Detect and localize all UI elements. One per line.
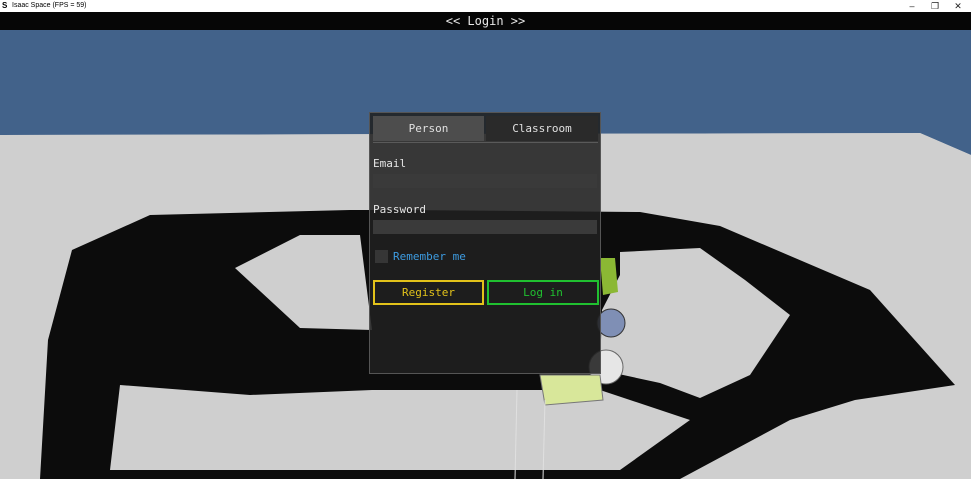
remember-me-checkbox[interactable]: [375, 250, 388, 263]
login-panel: Person Classroom Email Password Remember…: [369, 112, 601, 374]
robot-arm: [600, 258, 618, 295]
password-field[interactable]: [373, 220, 597, 234]
robot-body: [539, 374, 604, 406]
email-label: Email: [373, 157, 407, 170]
remember-me-label[interactable]: Remember me: [393, 250, 466, 263]
page-header: << Login >>: [0, 12, 971, 30]
register-button[interactable]: Register: [373, 280, 484, 305]
minimize-icon[interactable]: –: [901, 0, 923, 12]
tab-divider: [373, 142, 598, 143]
maximize-icon[interactable]: ❐: [924, 0, 946, 12]
login-button[interactable]: Log in: [487, 280, 599, 305]
isaac-logo-icon: S: [2, 1, 8, 10]
window-title: Isaac Space (FPS = 59): [12, 2, 87, 9]
robot-wheel: [596, 308, 626, 338]
close-icon[interactable]: ✕: [947, 0, 969, 12]
password-label: Password: [373, 203, 426, 216]
tab-person[interactable]: Person: [373, 116, 484, 141]
tab-classroom[interactable]: Classroom: [486, 116, 598, 141]
email-field[interactable]: [373, 174, 597, 188]
window-title-bar: S Isaac Space (FPS = 59) – ❐ ✕: [0, 0, 971, 12]
